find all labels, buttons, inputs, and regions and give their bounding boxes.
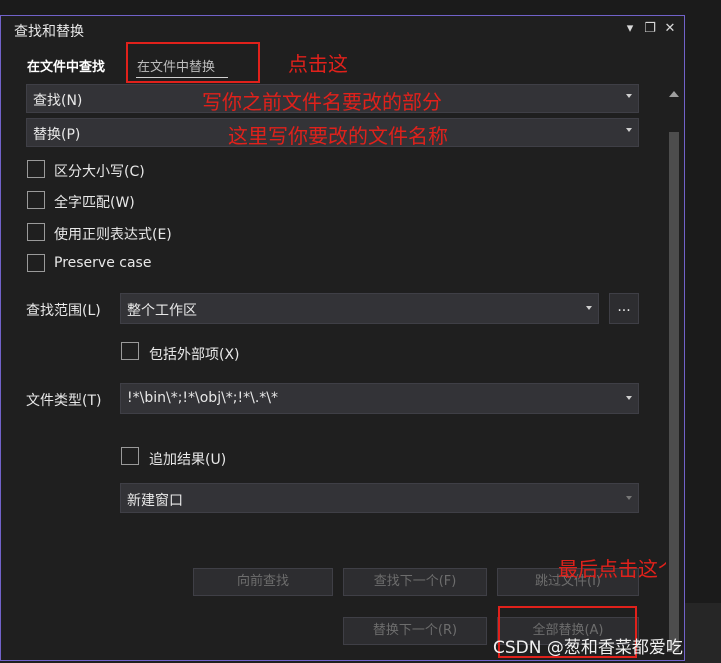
include-external-label: 包括外部项(X)	[149, 347, 240, 363]
preserve-case-label: Preserve case	[54, 255, 152, 271]
preserve-case-checkbox[interactable]	[27, 254, 45, 272]
append-results-label: 追加结果(U)	[149, 452, 227, 468]
whole-word-label: 全字匹配(W)	[54, 195, 135, 211]
chevron-down-icon[interactable]	[626, 496, 632, 500]
scroll-up-icon[interactable]	[669, 91, 679, 97]
scrollbar-thumb[interactable]	[669, 132, 679, 652]
close-icon[interactable]: ✕	[663, 21, 677, 37]
chevron-down-icon[interactable]	[626, 396, 632, 400]
annotation-find-hint: 写你之前文件名要改的部分	[202, 90, 442, 114]
dropdown-icon[interactable]: ▾	[623, 21, 637, 37]
match-case-label: 区分大小写(C)	[54, 164, 145, 180]
tab-find-in-files[interactable]: 在文件中查找	[27, 56, 105, 75]
regex-checkbox[interactable]	[27, 223, 45, 241]
top-strip	[0, 0, 721, 15]
find-next-button[interactable]: 查找下一个(F)	[343, 568, 487, 596]
window-title: 查找和替换	[14, 24, 84, 40]
find-input[interactable]: 查找(N)	[33, 90, 82, 110]
scope-label: 查找范围(L)	[26, 303, 101, 319]
file-types-input[interactable]: !*\bin\*;!*\obj\*;!*\.*\*	[127, 390, 278, 406]
file-types-label: 文件类型(T)	[26, 393, 102, 409]
output-combo[interactable]: 新建窗口	[120, 483, 639, 513]
browse-button[interactable]: ...	[609, 293, 639, 324]
annotation-click-here: 点击这	[288, 52, 348, 76]
watermark: CSDN @葱和香菜都爱吃	[493, 638, 683, 658]
right-background	[685, 0, 721, 603]
whole-word-checkbox[interactable]	[27, 191, 45, 209]
output-value: 新建窗口	[127, 493, 183, 509]
regex-label: 使用正则表达式(E)	[54, 227, 172, 243]
append-results-checkbox[interactable]	[121, 447, 139, 465]
replace-next-button[interactable]: 替换下一个(R)	[343, 617, 487, 645]
replace-input[interactable]: 替换(P)	[33, 124, 80, 144]
maximize-icon[interactable]: ❐	[643, 21, 657, 37]
find-previous-button[interactable]: 向前查找	[193, 568, 333, 596]
scope-combo[interactable]: 整个工作区	[120, 293, 599, 324]
annotation-finally-click: 最后点击这个	[558, 557, 678, 581]
chevron-down-icon[interactable]	[626, 94, 632, 98]
annotation-box-tab	[126, 42, 260, 83]
scope-value: 整个工作区	[127, 303, 197, 319]
bottom-strip	[685, 603, 721, 663]
annotation-replace-hint: 这里写你要改的文件名称	[228, 124, 448, 148]
match-case-checkbox[interactable]	[27, 160, 45, 178]
chevron-down-icon[interactable]	[626, 128, 632, 132]
file-types-combo[interactable]: !*\bin\*;!*\obj\*;!*\.*\*	[120, 383, 639, 414]
chevron-down-icon[interactable]	[586, 306, 592, 310]
include-external-checkbox[interactable]	[121, 342, 139, 360]
